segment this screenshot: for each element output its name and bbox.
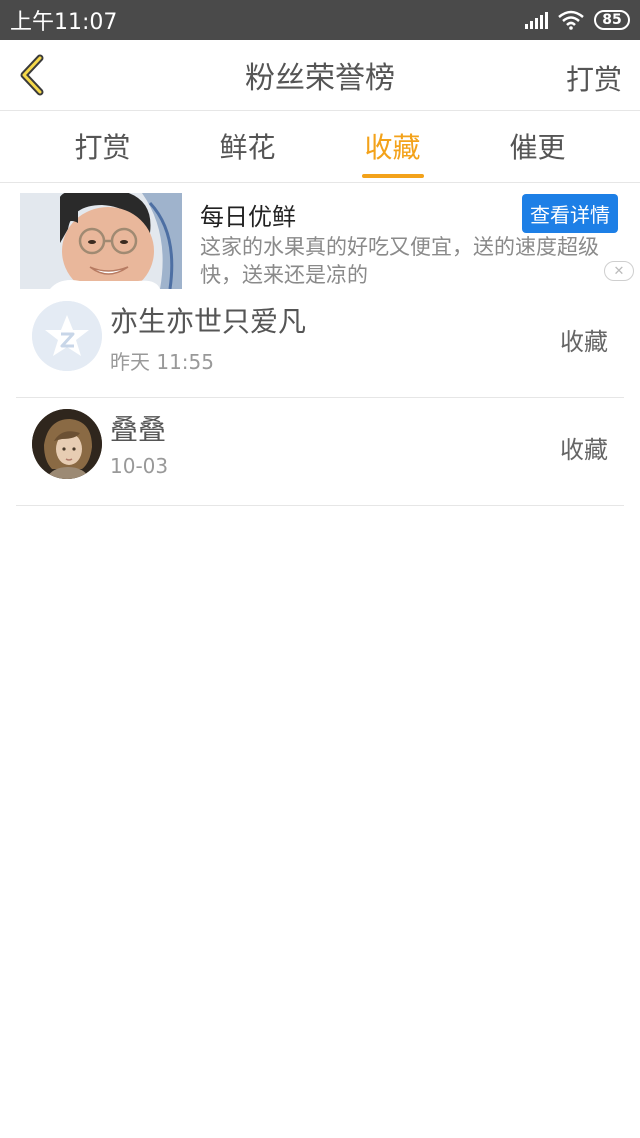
status-time: 上午11:07 bbox=[10, 10, 118, 35]
action-label: 收藏 bbox=[560, 436, 608, 464]
ad-title: 每日优鲜 bbox=[200, 203, 296, 231]
ad-description: 这家的水果真的好吃又便宜，送的速度超级快，送来还是凉的 bbox=[200, 235, 599, 287]
page-title: 粉丝荣誉榜 bbox=[245, 61, 395, 96]
list-item[interactable]: 亦生亦世只爱凡 昨天 11:55 收藏 bbox=[16, 290, 624, 398]
status-icons: 85 bbox=[525, 10, 630, 30]
action-label: 收藏 bbox=[560, 328, 608, 356]
favorite-time: 10-03 bbox=[110, 454, 169, 478]
chevron-left-icon bbox=[20, 54, 44, 96]
wifi-icon bbox=[558, 10, 584, 30]
user-name: 亦生亦世只爱凡 bbox=[110, 305, 307, 338]
ad-image bbox=[20, 193, 182, 289]
signal-icon bbox=[525, 11, 548, 29]
battery-icon: 85 bbox=[594, 10, 630, 30]
list-item[interactable]: 叠叠 10-03 收藏 bbox=[16, 398, 624, 506]
favorites-list: 亦生亦世只爱凡 昨天 11:55 收藏 叠叠 10-03 收藏 bbox=[16, 290, 624, 506]
close-icon[interactable]: ✕ bbox=[604, 261, 634, 281]
favorite-time: 昨天 11:55 bbox=[110, 350, 214, 374]
header: 粉丝荣誉榜 打赏 bbox=[0, 40, 640, 111]
status-bar: 上午11:07 85 bbox=[0, 0, 640, 40]
back-button[interactable] bbox=[14, 54, 54, 96]
tab-favorites[interactable]: 收藏 bbox=[343, 111, 443, 182]
ad-banner[interactable]: 每日优鲜 查看详情 这家的水果真的好吃又便宜，送的速度超级快，送来还是凉的 ✕ bbox=[20, 193, 640, 289]
user-avatar[interactable] bbox=[32, 409, 102, 479]
user-name: 叠叠 bbox=[110, 413, 167, 446]
tab-flowers[interactable]: 鲜花 bbox=[198, 111, 298, 182]
reward-link[interactable]: 打赏 bbox=[566, 58, 622, 98]
battery-level: 85 bbox=[602, 12, 622, 28]
view-details-button[interactable]: 查看详情 bbox=[522, 194, 618, 233]
default-avatar-icon[interactable] bbox=[32, 301, 102, 371]
tab-bar: 打赏 鲜花 收藏 催更 bbox=[0, 111, 640, 183]
tab-urge-update[interactable]: 催更 bbox=[488, 111, 588, 182]
tab-reward[interactable]: 打赏 bbox=[53, 111, 153, 182]
